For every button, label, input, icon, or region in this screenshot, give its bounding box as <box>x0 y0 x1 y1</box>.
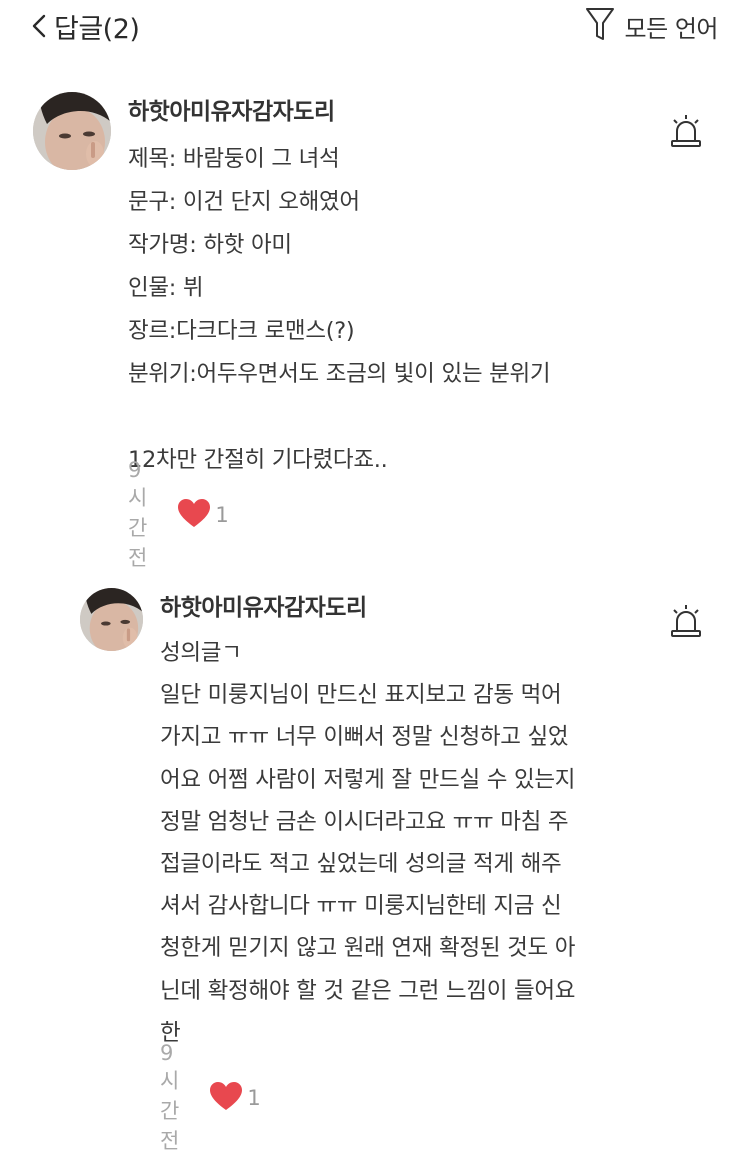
page-title: 답글(2) <box>54 13 140 45</box>
comment-body: 성의글ㄱ 일단 미룽지님이 만드신 표지보고 감동 먹어 가지고 ㅠㅠ 너무 이… <box>160 632 575 1054</box>
comment-meta: 9시간 전 1 <box>160 1041 261 1153</box>
comment-line <box>128 396 550 439</box>
heart-icon <box>209 1081 243 1116</box>
like-button[interactable]: 1 <box>177 498 229 533</box>
comment-body: 제목: 바람둥이 그 녀석 문구: 이건 단지 오해였어 작가명: 하핫 아미 … <box>128 138 551 482</box>
comment-author[interactable]: 하핫아미유자감자도리 <box>160 588 367 622</box>
comment-line: 작가명: 하핫 아미 <box>128 232 292 258</box>
comment-line: 가지고 ㅠㅠ 너무 이뻐서 정말 신청하고 싶었 <box>160 724 569 751</box>
comment-line: 제목: 바람둥이 그 녀석 <box>128 146 340 172</box>
comment-line: 장르:다크다크 로맨스(?) <box>128 318 355 344</box>
heart-icon <box>177 498 211 533</box>
comment-meta: 9시간 전 1 <box>128 458 229 570</box>
comment-line: 한 <box>160 1019 181 1046</box>
avatar[interactable] <box>33 92 111 170</box>
comment-author[interactable]: 하핫아미유자감자도리 <box>128 92 335 126</box>
comment-line: 닌데 확정해야 할 것 같은 그런 느낌이 들어요 <box>160 977 576 1004</box>
comment-time: 9시간 전 <box>160 1041 180 1153</box>
comment-line: 셔서 감사합니다 ㅠㅠ 미룽지님한테 지금 신 <box>160 893 562 920</box>
comment-time: 9시간 전 <box>128 458 148 570</box>
report-button[interactable] <box>669 114 703 148</box>
back-button[interactable]: 답글(2) <box>30 8 140 45</box>
like-count: 1 <box>215 503 229 527</box>
comment-line: 정말 엄청난 금손 이시더라고요 ㅠㅠ 마침 주 <box>160 808 569 835</box>
comment-line: 문구: 이건 단지 오해였어 <box>128 189 360 215</box>
comment-line: 성의글ㄱ <box>160 640 242 666</box>
siren-icon <box>669 115 703 152</box>
comment-line: 청한게 믿기지 않고 원래 연재 확정된 것도 아 <box>160 935 576 962</box>
comment-line: 인물: 뷔 <box>128 275 204 301</box>
language-filter-button[interactable]: 모든 언어 <box>585 6 719 46</box>
comment-line: 12차만 간절히 기다렸다죠.. <box>128 447 388 473</box>
comment-line: 접글이라도 적고 싶었는데 성의글 적게 해주 <box>160 851 562 878</box>
header-bar: 답글(2) 모든 언어 <box>0 0 750 52</box>
report-button[interactable] <box>669 604 703 638</box>
comment-line: 일단 미룽지님이 만드신 표지보고 감동 먹어 <box>160 682 562 709</box>
like-count: 1 <box>247 1086 261 1110</box>
avatar[interactable] <box>80 588 143 651</box>
comment-line: 분위기:어두우면서도 조금의 빛이 있는 분위기 <box>128 361 551 387</box>
comment-line: 어요 어쩜 사람이 저렇게 잘 만드실 수 있는지 <box>160 766 576 793</box>
funnel-icon <box>585 6 615 46</box>
chevron-left-icon <box>30 12 48 40</box>
filter-label: 모든 언어 <box>624 14 719 43</box>
like-button[interactable]: 1 <box>209 1081 261 1116</box>
siren-icon <box>669 605 703 642</box>
